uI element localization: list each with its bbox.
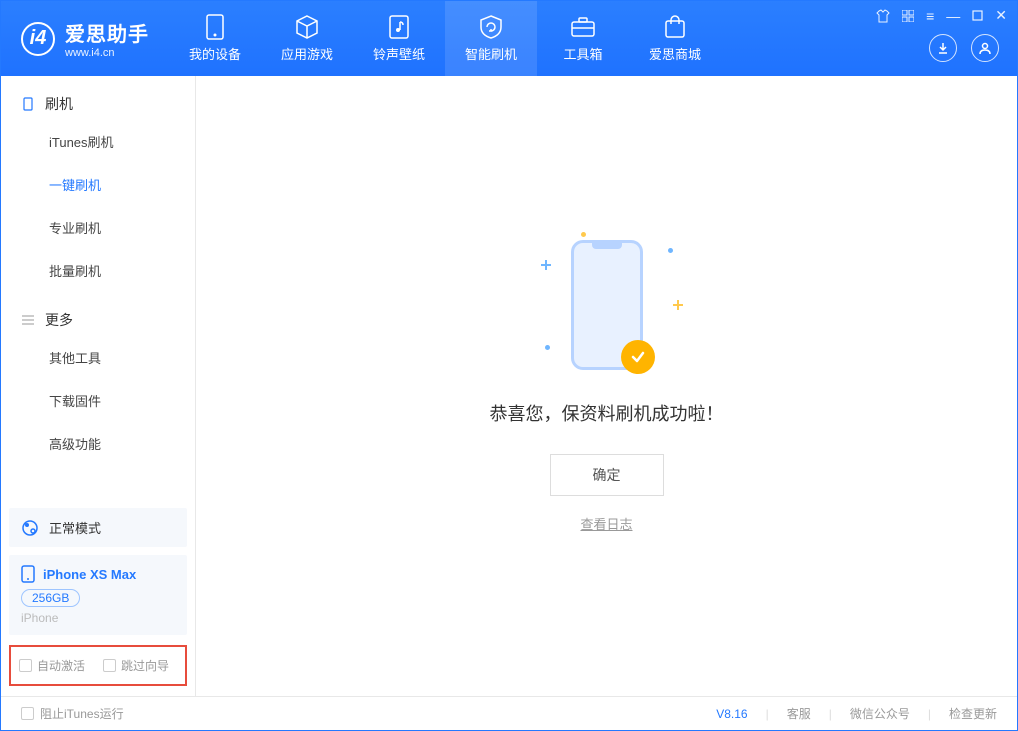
device-name-text: iPhone XS Max xyxy=(43,567,136,582)
success-message: 恭喜您，保资料刷机成功啦！ xyxy=(490,400,724,426)
menu-icon[interactable]: ≡ xyxy=(926,8,934,24)
checkbox-icon xyxy=(103,659,116,672)
bag-icon xyxy=(662,14,688,40)
shirt-icon[interactable] xyxy=(876,9,890,23)
phone-icon xyxy=(21,97,35,111)
nav-apps-games[interactable]: 应用游戏 xyxy=(261,1,353,76)
app-site: www.i4.cn xyxy=(65,47,149,59)
sidebar-item-itunes-flash[interactable]: iTunes刷机 xyxy=(1,120,195,163)
device-capacity: 256GB xyxy=(21,589,80,607)
success-illustration xyxy=(571,240,643,370)
sidebar-item-onekey-flash[interactable]: 一键刷机 xyxy=(1,163,195,206)
sidebar-item-download-firmware[interactable]: 下载固件 xyxy=(1,379,195,422)
list-icon xyxy=(21,313,35,327)
sidebar-item-other-tools[interactable]: 其他工具 xyxy=(1,336,195,379)
device-type: iPhone xyxy=(21,611,175,625)
sidebar-item-pro-flash[interactable]: 专业刷机 xyxy=(1,206,195,249)
main-content: 恭喜您，保资料刷机成功啦！ 确定 查看日志 xyxy=(196,76,1017,696)
status-card[interactable]: 正常模式 xyxy=(9,508,187,547)
close-button[interactable]: ✕ xyxy=(995,7,1007,24)
logo-icon: i4 xyxy=(21,22,55,56)
device-phone-icon xyxy=(21,565,35,583)
nav-toolbox[interactable]: 工具箱 xyxy=(537,1,629,76)
cube-icon xyxy=(294,14,320,40)
grid-icon[interactable] xyxy=(902,10,914,22)
sidebar: 刷机 iTunes刷机 一键刷机 专业刷机 批量刷机 更多 其他工具 下载固件 … xyxy=(1,76,196,696)
music-icon xyxy=(386,14,412,40)
nav-store[interactable]: 爱思商城 xyxy=(629,1,721,76)
top-nav: 我的设备 应用游戏 铃声壁纸 智能刷机 工具箱 爱思商城 xyxy=(169,1,721,76)
nav-smart-flash[interactable]: 智能刷机 xyxy=(445,1,537,76)
user-button[interactable] xyxy=(971,34,999,62)
footer-link-update[interactable]: 检查更新 xyxy=(949,705,997,722)
status-mode: 正常模式 xyxy=(49,518,101,537)
sidebar-item-batch-flash[interactable]: 批量刷机 xyxy=(1,249,195,292)
footer-link-support[interactable]: 客服 xyxy=(787,705,811,722)
maximize-button[interactable] xyxy=(972,10,983,21)
nav-ringtones-wallpapers[interactable]: 铃声壁纸 xyxy=(353,1,445,76)
checkbox-icon xyxy=(19,659,32,672)
sidebar-section-flash: 刷机 xyxy=(1,94,195,120)
nav-my-device[interactable]: 我的设备 xyxy=(169,1,261,76)
version-label: V8.16 xyxy=(716,707,747,721)
body: 刷机 iTunes刷机 一键刷机 专业刷机 批量刷机 更多 其他工具 下载固件 … xyxy=(1,76,1017,696)
checkbox-block-itunes[interactable]: 阻止iTunes运行 xyxy=(21,705,124,722)
check-badge-icon xyxy=(621,340,655,374)
sidebar-section-more: 更多 xyxy=(1,310,195,336)
footer: 阻止iTunes运行 V8.16 | 客服 | 微信公众号 | 检查更新 xyxy=(1,696,1017,730)
device-card[interactable]: iPhone XS Max 256GB iPhone xyxy=(9,555,187,635)
sidebar-item-advanced[interactable]: 高级功能 xyxy=(1,422,195,465)
view-log-link[interactable]: 查看日志 xyxy=(580,514,632,533)
footer-link-wechat[interactable]: 微信公众号 xyxy=(850,705,910,722)
device-icon xyxy=(202,14,228,40)
window-controls: ≡ — ✕ xyxy=(876,7,1007,24)
highlighted-options: 自动激活 跳过向导 xyxy=(9,645,187,686)
download-button[interactable] xyxy=(929,34,957,62)
refresh-shield-icon xyxy=(478,14,504,40)
toolbox-icon xyxy=(570,14,596,40)
header-right: ≡ — ✕ xyxy=(866,1,1017,76)
minimize-button[interactable]: — xyxy=(946,8,960,24)
status-icon xyxy=(21,519,39,537)
checkbox-skip-guide[interactable]: 跳过向导 xyxy=(103,657,169,674)
app-title: 爱思助手 xyxy=(65,18,149,47)
logo-area: i4 爱思助手 www.i4.cn xyxy=(1,1,169,76)
checkbox-auto-activate[interactable]: 自动激活 xyxy=(19,657,85,674)
checkbox-icon xyxy=(21,707,34,720)
app-window: i4 爱思助手 www.i4.cn 我的设备 应用游戏 铃声壁纸 智能刷机 xyxy=(0,0,1018,731)
header: i4 爱思助手 www.i4.cn 我的设备 应用游戏 铃声壁纸 智能刷机 xyxy=(1,1,1017,76)
ok-button[interactable]: 确定 xyxy=(550,454,664,496)
